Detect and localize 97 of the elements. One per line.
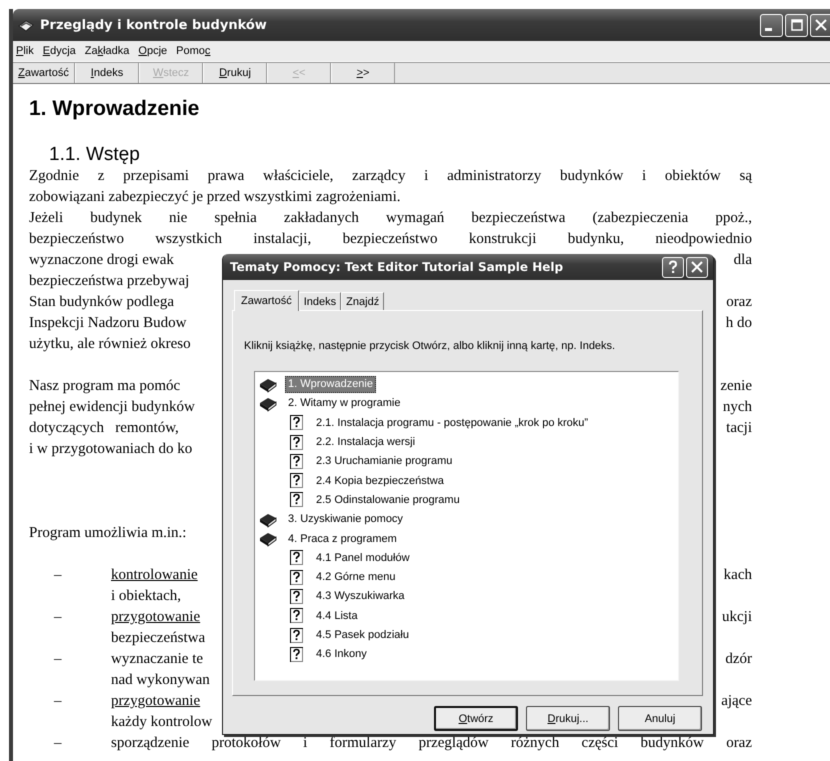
body-text: dla — [734, 252, 752, 270]
help-button[interactable] — [662, 256, 684, 278]
tree-item[interactable]: 2.4 Kopia bezpieczeństwa — [313, 472, 447, 490]
body-text: i obiektach, — [111, 588, 181, 606]
maximize-icon — [790, 19, 802, 31]
toolbar-button[interactable]: Drukuj — [203, 63, 267, 83]
body-text: bezpieczeństwo wszystkich instalacji, bezpieczeństwo konstrukcji budynku, nieodpowiednio — [29, 231, 752, 249]
tree-item[interactable]: 4.4 Lista — [313, 608, 361, 625]
help-page-icon — [289, 570, 304, 586]
help-page-icon — [289, 646, 304, 663]
help-page-icon — [289, 454, 304, 470]
close-button[interactable] — [810, 14, 830, 36]
toolbar-button[interactable]: Indeks — [75, 63, 139, 83]
section-heading: 1. Wprowadzenie — [29, 96, 200, 122]
help-page-icon — [289, 628, 304, 644]
body-text: h do — [726, 315, 752, 333]
bullet-dash: – — [54, 609, 62, 627]
menu-item[interactable]: Plik — [16, 45, 34, 57]
menu-item[interactable]: Pomoc — [176, 45, 210, 57]
book-icon — [259, 531, 277, 548]
close-icon — [814, 19, 826, 31]
book-icon — [259, 396, 277, 412]
tree-item[interactable]: 2.2. Instalacja wersji — [313, 434, 418, 452]
menu-item[interactable]: Zakładka — [84, 45, 130, 57]
body-text: użytku, ale również okreso — [29, 336, 191, 354]
tree-item[interactable]: 2.5 Odinstalowanie programu — [313, 492, 463, 509]
body-text: dzór — [725, 651, 752, 669]
dialog-button[interactable]: Otwórz — [434, 706, 518, 731]
minimize-icon — [765, 28, 772, 30]
bullet-dash: – — [54, 693, 62, 711]
body-text: kach — [724, 567, 752, 585]
tab[interactable]: Zawartość — [234, 290, 299, 311]
close-icon — [691, 261, 703, 273]
help-page-icon — [289, 550, 304, 566]
body-text: każdy kontrolow — [111, 714, 212, 732]
dialog-button[interactable]: Anuluj — [618, 706, 702, 731]
body-text: zobowiązani zabezpieczyć je przed wszystkimi zagrożeniami. — [29, 189, 400, 207]
body-text: Zgodnie z przepisami prawa właściciele, zarządcy i administratorzy budynków i obiektów są — [29, 168, 752, 186]
body-text: bezpieczeństwa przebywaj — [29, 273, 190, 291]
tab[interactable]: Indeks — [298, 292, 342, 310]
help-page-icon — [289, 588, 304, 605]
tree-item[interactable]: 4.2 Górne menu — [313, 569, 398, 586]
close-button[interactable] — [686, 256, 708, 278]
tree-item[interactable]: 3. Uzyskiwanie pomocy — [285, 511, 406, 528]
help-page-icon — [289, 473, 304, 490]
bullet-dash: – — [54, 651, 62, 669]
dialog-button[interactable]: Drukuj... — [526, 706, 610, 731]
tab[interactable]: Znajdź — [341, 292, 384, 310]
bullet-dash: – — [54, 735, 62, 753]
body-text: Stan budynków podlega — [29, 294, 174, 312]
body-text: Jeżeli budynek nie spełnia zakładanych wymagań bezpieczeństwa (zabezpieczenia ppoż., — [29, 210, 752, 228]
instruction-text: Kliknij książkę, następnie przycisk Otwórz, albo kliknij inną kartę, np. Indeks. — [244, 339, 616, 354]
book-icon — [259, 376, 277, 393]
bullet-dash: – — [54, 567, 62, 585]
help-page-icon — [289, 434, 304, 451]
help-page-icon — [289, 608, 304, 624]
maximize-button[interactable] — [785, 14, 808, 36]
menu-item[interactable]: Edycja — [42, 45, 76, 57]
tree-item[interactable]: 4.5 Pasek podziału — [313, 627, 412, 644]
window-title: Przeglądy i kontrole budynków — [40, 18, 267, 32]
tree-item[interactable]: 4.3 Wyszukiwarka — [313, 588, 408, 606]
help-icon — [667, 260, 679, 274]
body-text: sporządzenie protokołów i formularzy przeglądów różnych części budynków oraz — [111, 735, 752, 753]
body-text: dotyczących remontów, — [29, 420, 179, 438]
tree-item[interactable]: 2.1. Instalacja programu - postępowanie „krok po kroku” — [313, 414, 592, 432]
body-text: zenie — [720, 378, 752, 396]
body-text: nad wykonywan — [111, 672, 210, 690]
tree-item[interactable]: 1. Wprowadzenie — [285, 376, 376, 394]
book-icon — [259, 512, 277, 528]
body-text: bezpieczeństwa — [111, 630, 206, 648]
tree-item[interactable]: 4.6 Inkony — [313, 646, 370, 664]
body-text: pełnej ewidencji budynków — [29, 399, 195, 417]
body-text: ukcji — [722, 609, 752, 627]
help-page-icon — [289, 492, 304, 508]
help-page-icon — [289, 415, 304, 432]
body-text: Nasz program ma pomóc — [29, 378, 180, 396]
body-text: i w przygotowaniach do ko — [29, 441, 192, 459]
link[interactable]: kontrolowanie — [111, 567, 198, 588]
toolbar-button[interactable]: >> — [331, 63, 395, 83]
body-text: tacji — [726, 420, 752, 438]
tree-item[interactable]: 2.3 Uruchamianie programu — [313, 453, 456, 470]
tree-item[interactable]: 4.1 Panel modułów — [313, 550, 413, 567]
body-text: ające — [721, 693, 752, 711]
link[interactable]: przygotowanie — [111, 693, 200, 714]
body-text: Inspekcji Nadzoru Budow — [29, 315, 186, 333]
body-text: oraz — [726, 294, 752, 312]
subsection-heading: 1.1. Wstęp — [48, 143, 141, 167]
menu-item[interactable]: Opcje — [138, 45, 168, 57]
tree-item[interactable]: 2. Witamy w programie — [285, 395, 404, 412]
dialog-title: Tematy Pomocy: Text Editor Tutorial Sample Help — [230, 260, 564, 274]
body-text: nych — [722, 399, 752, 417]
body-text: wyznaczone drogi ewak — [29, 252, 174, 270]
minimize-button[interactable] — [760, 14, 783, 36]
body-text: wyznaczanie te — [111, 651, 204, 669]
body-text: Program umożliwia m.in.: — [29, 525, 186, 543]
link[interactable]: przygotowanie — [111, 609, 200, 630]
tree-item[interactable]: 4. Praca z programem — [285, 530, 400, 548]
